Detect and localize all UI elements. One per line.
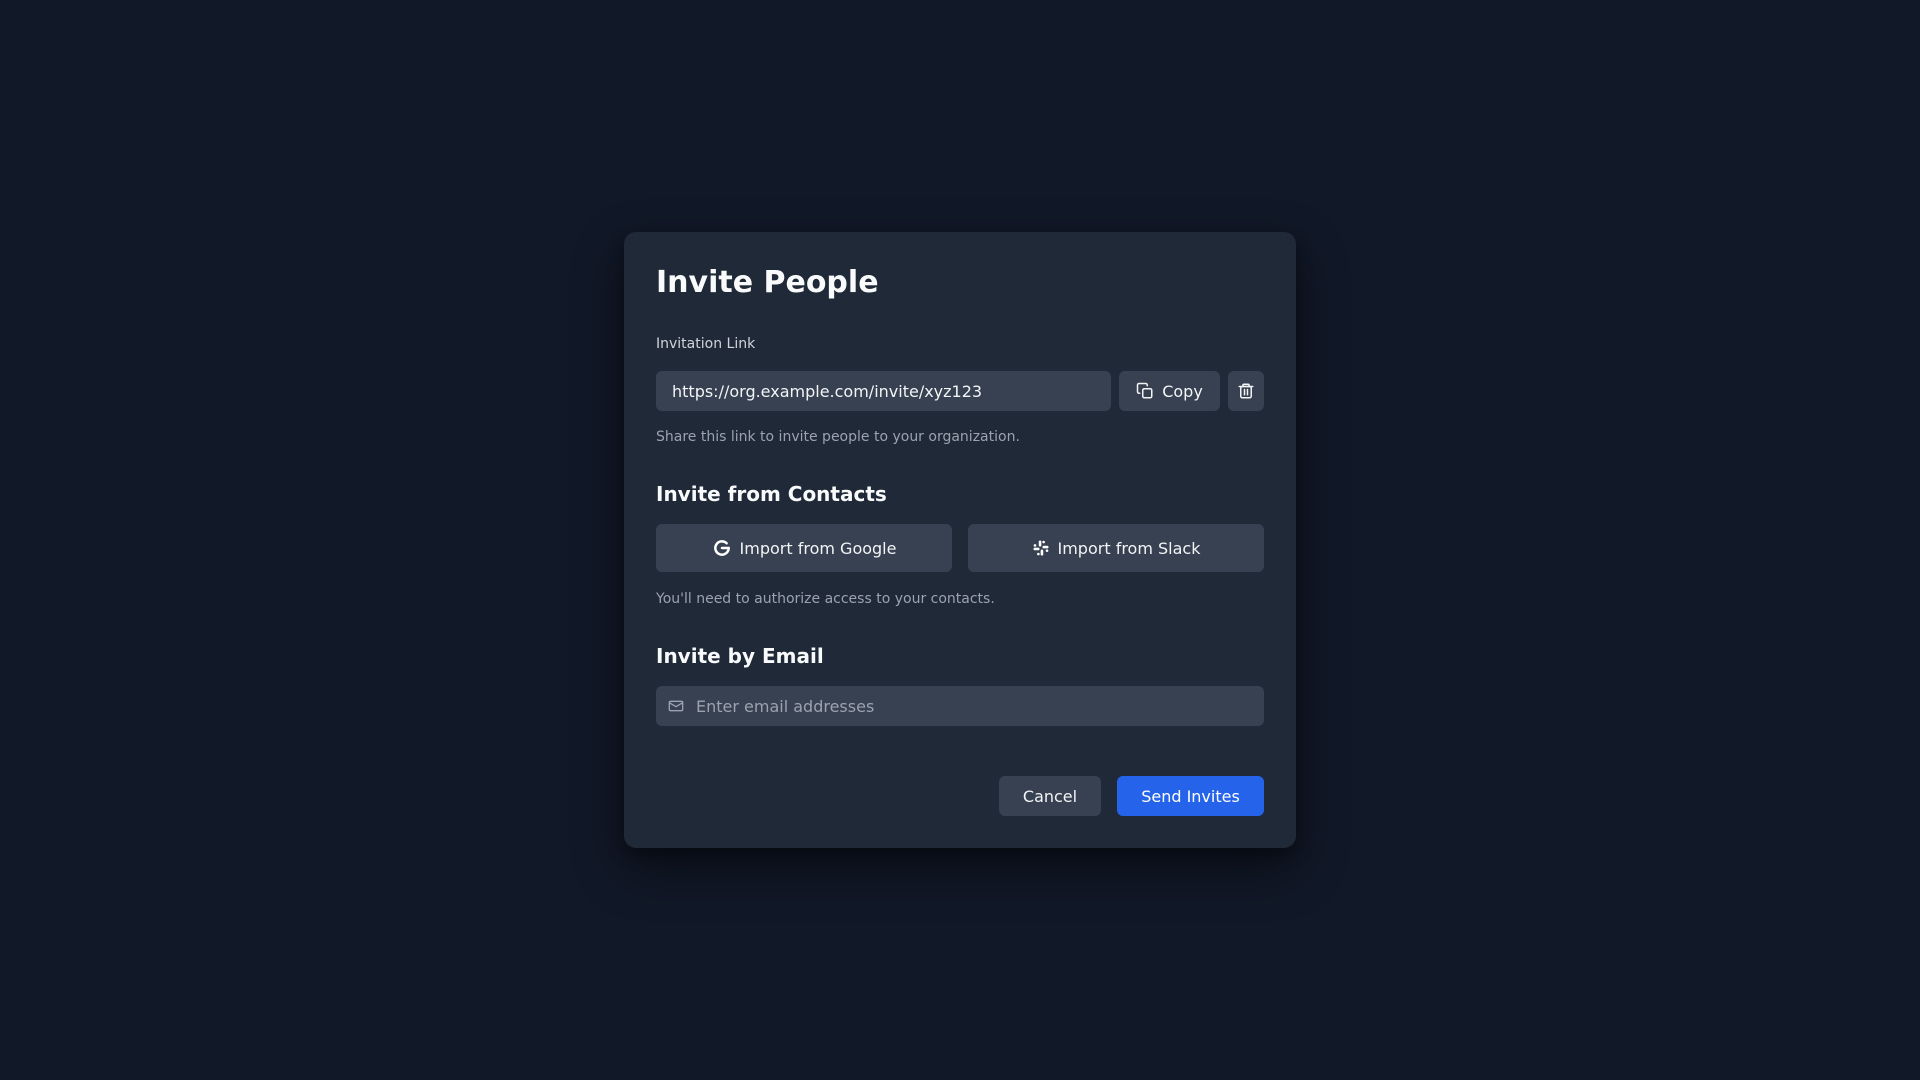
- email-field: [656, 685, 1264, 727]
- import-buttons-row: Import from Google Import from Slack: [656, 524, 1264, 572]
- slack-icon: [1032, 539, 1050, 557]
- invitation-link-label: Invitation Link: [656, 336, 756, 352]
- dialog-title: Invite People: [656, 265, 879, 300]
- dialog-footer: Cancel Send Invites: [999, 776, 1264, 816]
- copy-button-label: Copy: [1162, 381, 1203, 401]
- trash-icon: [1237, 382, 1255, 400]
- email-input[interactable]: [684, 685, 1264, 727]
- google-icon: [712, 538, 732, 558]
- invitation-link-hint: Share this link to invite people to your…: [656, 429, 1020, 445]
- invitation-link-input[interactable]: [656, 371, 1111, 411]
- copy-link-button[interactable]: Copy: [1119, 371, 1220, 411]
- send-invites-button[interactable]: Send Invites: [1117, 776, 1264, 816]
- import-slack-button[interactable]: Import from Slack: [968, 524, 1264, 572]
- mail-icon: [668, 698, 684, 714]
- contacts-section-heading: Invite from Contacts: [656, 482, 887, 506]
- import-google-button[interactable]: Import from Google: [656, 524, 952, 572]
- email-section-heading: Invite by Email: [656, 644, 824, 668]
- invitation-link-row: Copy: [656, 371, 1264, 411]
- import-google-label: Import from Google: [739, 538, 897, 558]
- import-slack-label: Import from Slack: [1057, 538, 1201, 558]
- invite-people-dialog: Invite People Invitation Link Copy: [624, 232, 1296, 848]
- copy-icon: [1136, 382, 1154, 400]
- contacts-hint: You'll need to authorize access to your …: [656, 591, 995, 607]
- delete-link-button[interactable]: [1228, 371, 1264, 411]
- cancel-button[interactable]: Cancel: [999, 776, 1101, 816]
